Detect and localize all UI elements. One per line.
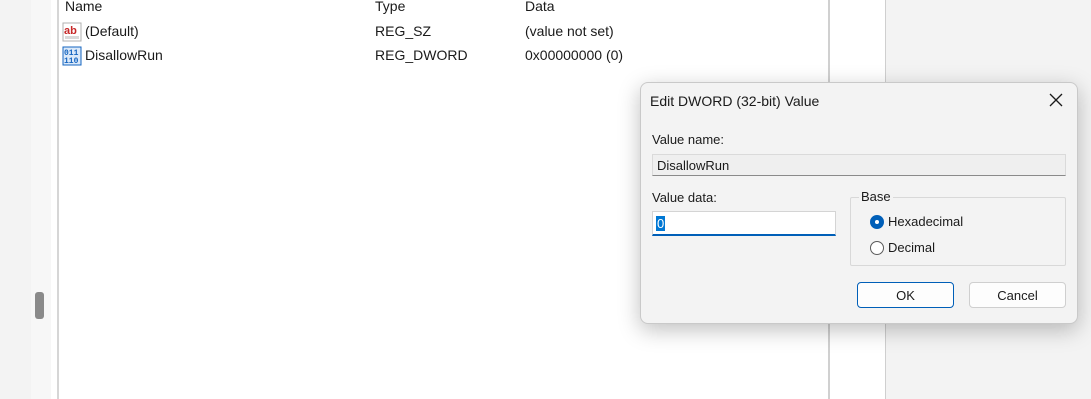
base-group-label: Base [859,189,893,204]
column-header-name[interactable]: Name [65,0,102,14]
radio-label: Hexadecimal [888,214,964,229]
svg-text:110: 110 [64,57,79,66]
value-data-input[interactable]: 0 [652,211,836,236]
column-header-data[interactable]: Data [525,0,555,14]
row-name: (Default) [85,23,139,39]
column-header-type[interactable]: Type [375,0,405,14]
row-name: DisallowRun [85,47,163,63]
value-name-label: Value name: [652,132,725,147]
list-item[interactable]: ab (Default) REG_SZ (value not set) [62,20,828,44]
radio-label: Decimal [888,240,935,255]
row-data: 0x00000000 (0) [525,47,624,63]
close-icon [1049,93,1063,107]
radio-selected-icon [870,214,884,229]
radio-unselected-icon [870,240,884,255]
value-name-field: DisallowRun [652,154,1066,176]
radio-decimal[interactable]: Decimal [870,240,935,255]
row-data: (value not set) [525,23,614,39]
tree-scrollbar-thumb[interactable] [35,292,44,319]
pane-splitter[interactable] [57,0,59,399]
dialog-title: Edit DWORD (32-bit) Value [650,93,820,109]
close-button[interactable] [1045,89,1067,111]
ok-button[interactable]: OK [857,282,954,308]
edit-dword-dialog: Edit DWORD (32-bit) Value Value name: Di… [640,82,1078,324]
radio-hexadecimal[interactable]: Hexadecimal [870,214,963,229]
string-value-icon: ab [62,22,82,42]
value-data-selected-text: 0 [656,216,666,231]
svg-text:ab: ab [64,25,77,37]
cancel-button[interactable]: Cancel [969,282,1066,308]
list-item[interactable]: 011 110 DisallowRun REG_DWORD 0x00000000… [62,44,828,68]
binary-value-icon: 011 110 [62,46,82,66]
tree-pane-edge [0,0,31,399]
tree-scrollbar[interactable] [31,0,51,399]
value-data-label: Value data: [652,190,717,205]
base-group [850,197,1066,266]
row-type: REG_DWORD [375,47,468,63]
row-type: REG_SZ [375,23,432,39]
